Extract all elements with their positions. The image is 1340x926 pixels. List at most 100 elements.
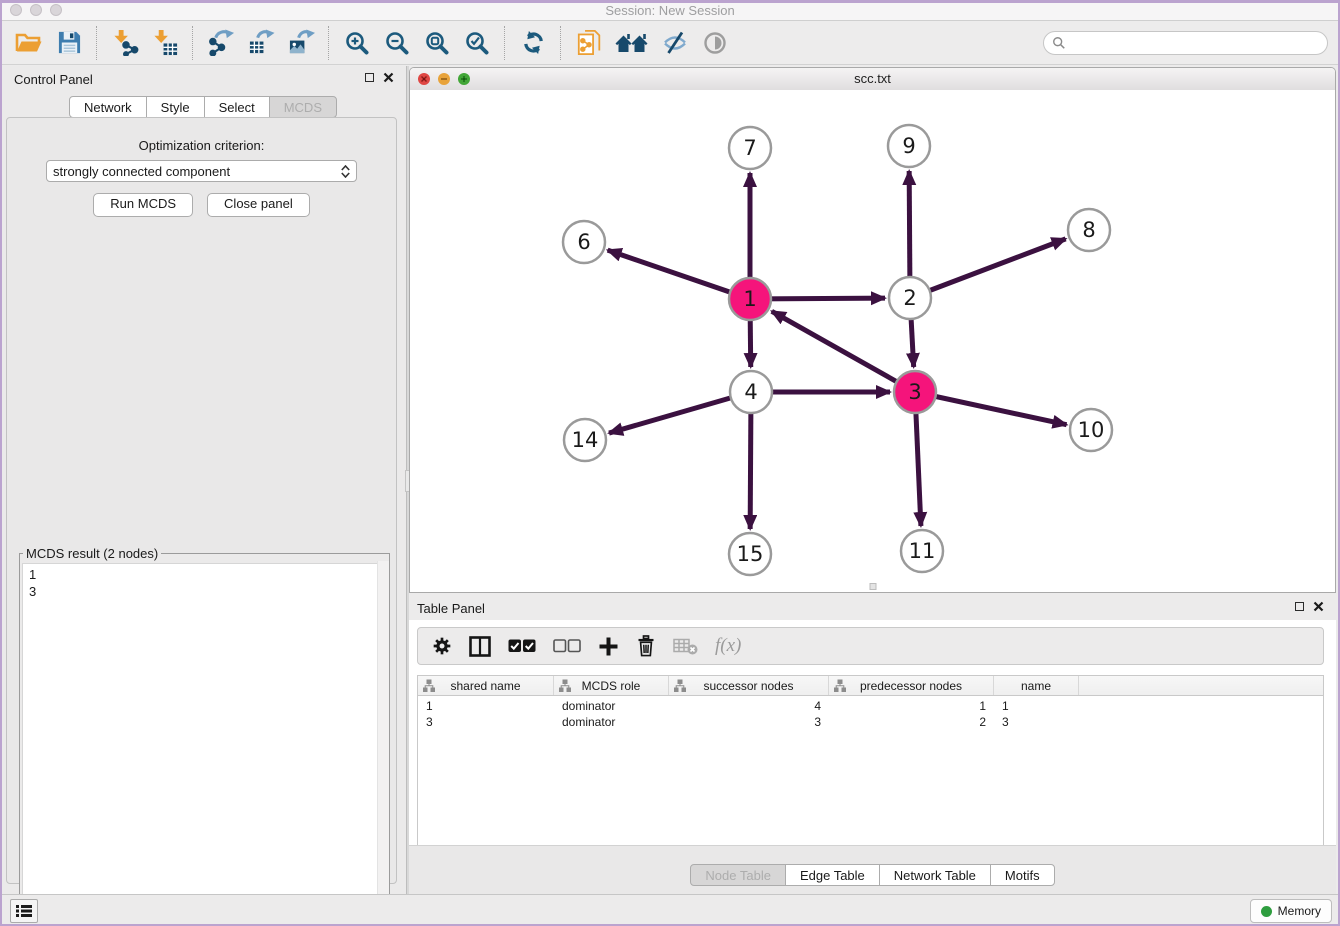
column-header-mcds-role[interactable]: MCDS role [554,676,669,695]
tree-hierarchy-icon [834,679,846,692]
tab-select[interactable]: Select [204,96,270,118]
close-table-panel-icon[interactable] [1313,601,1324,612]
show-column-panel-icon[interactable] [469,636,491,657]
zoom-fit-icon[interactable] [420,25,454,61]
close-panel-button[interactable]: Close panel [207,193,310,217]
list-icon [16,904,32,918]
tab-network-table[interactable]: Network Table [879,864,991,886]
graph-node-label-6: 6 [577,230,590,254]
column-header-predecessor-nodes[interactable]: predecessor nodes [829,676,994,695]
float-table-panel-icon[interactable] [1295,602,1304,611]
node-table: shared name MCDS role successor nodes pr… [417,675,1324,846]
network-resize-handle[interactable] [869,583,876,590]
tab-style[interactable]: Style [146,96,205,118]
column-header-shared-name[interactable]: shared name [418,676,554,695]
zoom-in-icon[interactable] [340,25,374,61]
table-toolbar: f(x) [417,627,1324,665]
export-image-icon[interactable] [284,25,318,61]
result-scrollbar[interactable] [377,561,389,926]
table-panel-header: Table Panel [409,596,1336,620]
dropdown-stepper-icon [341,165,350,178]
deselect-all-columns-icon[interactable] [553,639,581,653]
import-network-icon[interactable] [108,25,142,61]
graph-node-label-7: 7 [743,136,756,160]
graph-node-label-9: 9 [902,134,915,158]
run-mcds-button[interactable]: Run MCDS [93,193,193,217]
toolbar-separator [96,26,98,60]
table-panel-footer: Node Table Edge Table Network Table Moti… [409,845,1336,894]
window-titlebar: Session: New Session [0,0,1340,21]
graph-edge-3-10[interactable] [915,392,1067,425]
new-network-from-selection-icon[interactable] [572,25,606,61]
task-history-button[interactable] [10,899,38,923]
table-header-row: shared name MCDS role successor nodes pr… [418,676,1323,696]
control-panel-header: Control Panel [0,66,406,92]
network-graph[interactable]: 7968124314101511 [410,90,1335,592]
graph-edge-2-8[interactable] [910,239,1066,298]
graph-node-label-4: 4 [744,380,757,404]
application-window: Session: New Session [0,0,1340,926]
table-row[interactable]: 1 dominator 4 1 1 [418,698,1323,714]
export-network-icon[interactable] [204,25,238,61]
tab-network[interactable]: Network [69,96,147,118]
column-header-name[interactable]: name [994,676,1079,695]
mcds-result-text[interactable]: 1 3 [22,563,387,926]
toolbar-separator [328,26,330,60]
criterion-value: strongly connected component [53,164,230,179]
table-row[interactable]: 3 dominator 3 2 3 [418,714,1323,730]
show-eye-icon[interactable] [698,25,732,61]
mcds-result-group: MCDS result (2 nodes) 1 3 [19,546,390,926]
tab-mcds[interactable]: MCDS [269,96,337,118]
mcds-panel: Optimization criterion: strongly connect… [6,117,397,884]
network-window-titlebar: scc.txt [410,68,1335,91]
import-table-icon[interactable] [148,25,182,61]
tree-hierarchy-icon [423,679,435,692]
close-panel-icon[interactable] [383,72,394,83]
search-icon [1052,36,1066,50]
graph-edge-3-1[interactable] [772,311,915,392]
table-panel: Table Panel [409,596,1336,894]
table-tabs: Node Table Edge Table Network Table Moti… [409,864,1336,886]
memory-button[interactable]: Memory [1250,899,1332,923]
network-canvas[interactable]: 7968124314101511 [410,90,1335,592]
graph-node-label-11: 11 [909,539,936,563]
tab-motifs[interactable]: Motifs [990,864,1055,886]
column-header-successor-nodes[interactable]: successor nodes [669,676,829,695]
memory-label: Memory [1278,904,1321,918]
graph-node-label-10: 10 [1078,418,1105,442]
control-panel-title: Control Panel [14,72,93,87]
select-all-columns-icon[interactable] [508,639,536,653]
hide-eye-icon[interactable] [658,25,692,61]
graph-edge-1-6[interactable] [608,250,750,299]
graph-node-label-2: 2 [903,286,916,310]
toolbar-separator [560,26,562,60]
save-session-icon[interactable] [52,25,86,61]
zoom-selected-icon[interactable] [460,25,494,61]
criterion-dropdown[interactable]: strongly connected component [46,160,357,182]
toolbar-search [1043,31,1328,55]
memory-status-icon [1261,906,1272,917]
create-column-plus-icon[interactable] [598,636,619,657]
home-icon[interactable] [612,25,652,61]
table-panel-title: Table Panel [417,601,485,616]
zoom-out-icon[interactable] [380,25,414,61]
float-panel-icon[interactable] [365,73,374,82]
tab-edge-table[interactable]: Edge Table [785,864,880,886]
control-panel-tabs: Network Style Select MCDS [0,96,406,118]
window-title: Session: New Session [0,3,1340,18]
search-input[interactable] [1066,35,1319,51]
delete-column-trash-icon[interactable] [636,635,656,657]
open-session-icon[interactable] [12,25,46,61]
toolbar-separator [192,26,194,60]
graph-node-label-15: 15 [737,542,764,566]
delete-table-icon[interactable] [673,637,698,656]
tree-hierarchy-icon [559,679,571,692]
tree-hierarchy-icon [674,679,686,692]
main-toolbar [0,21,1340,65]
function-builder-icon[interactable]: f(x) [715,635,741,657]
graph-node-label-14: 14 [572,428,599,452]
tab-node-table[interactable]: Node Table [690,864,786,886]
table-settings-gear-icon[interactable] [432,636,452,656]
export-table-icon[interactable] [244,25,278,61]
refresh-layout-icon[interactable] [516,25,550,61]
